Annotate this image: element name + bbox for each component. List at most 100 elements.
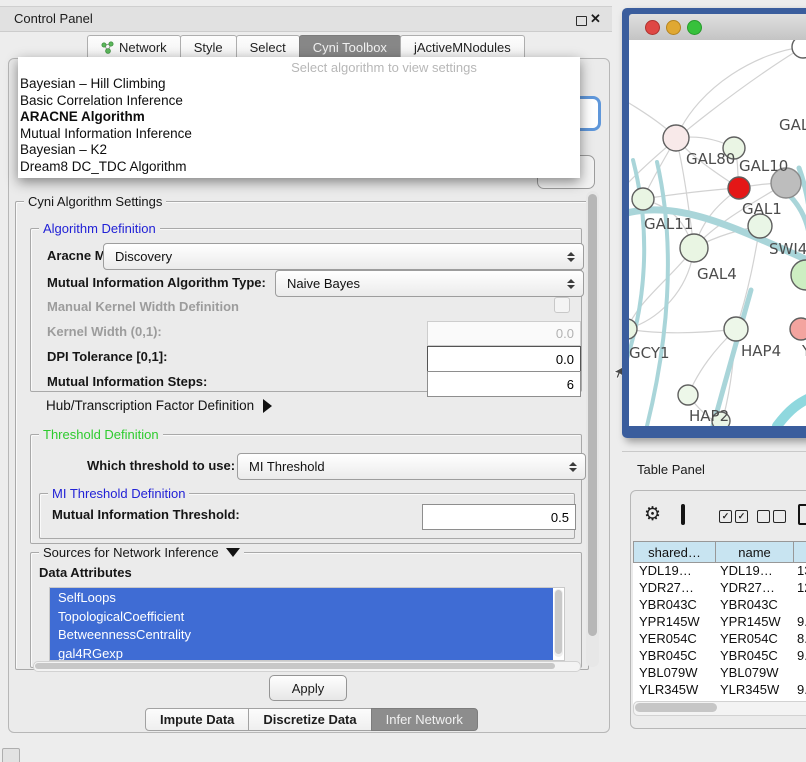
table-panel-divider bbox=[622, 451, 806, 452]
table-panel-title: Table Panel bbox=[637, 462, 705, 477]
bottom-tabs: Impute Data Discretize Data Infer Networ… bbox=[146, 708, 478, 731]
table-row[interactable]: YDL19…YDL19…13 bbox=[633, 563, 806, 580]
mi-type-combo[interactable]: Naive Bayes bbox=[275, 270, 584, 297]
control-panel-title: Control Panel bbox=[14, 11, 93, 26]
kernel-width-input[interactable]: 0.0 bbox=[427, 321, 581, 346]
network-canvas[interactable]: GAL80 GAL10 GAL1 GAL11 SWI4 GAL4 GCY1 HA… bbox=[629, 40, 806, 426]
apply-button[interactable]: Apply bbox=[269, 675, 347, 701]
dpi-tolerance-input[interactable]: 0.0 bbox=[427, 346, 581, 372]
svg-text:GAL1: GAL1 bbox=[742, 200, 782, 218]
node-gal11[interactable] bbox=[632, 188, 654, 210]
bottom-left-icon[interactable] bbox=[2, 748, 20, 762]
checked-columns-icon[interactable]: ✓✓ bbox=[719, 510, 748, 523]
column-header-clipped[interactable]: A bbox=[794, 541, 806, 563]
manual-kernel-label: Manual Kernel Width Definition bbox=[47, 299, 239, 314]
algorithm-placeholder: Select algorithm to view settings bbox=[18, 59, 580, 76]
svg-text:GAL80: GAL80 bbox=[686, 150, 735, 168]
tab-style[interactable]: Style bbox=[180, 35, 237, 58]
collapsed-arrow-icon bbox=[263, 399, 272, 413]
table-row[interactable]: YPR145WYPR145W9. bbox=[633, 614, 806, 631]
settings-group-title: Cyni Algorithm Settings bbox=[24, 194, 166, 209]
list-item[interactable]: gal4RGexp bbox=[50, 644, 553, 662]
split-view-icon[interactable] bbox=[681, 504, 685, 525]
table-row[interactable]: YBR045CYBR045C9. bbox=[633, 648, 806, 665]
node-green-right[interactable] bbox=[791, 260, 806, 290]
algorithm-option[interactable]: Mutual Information Inference bbox=[18, 126, 580, 143]
minimize-traffic-light-icon[interactable] bbox=[666, 20, 681, 35]
mi-steps-input[interactable]: 6 bbox=[427, 371, 581, 397]
table-horizontal-scrollbar[interactable] bbox=[633, 701, 806, 716]
mi-threshold-group-title: MI Threshold Definition bbox=[48, 486, 189, 501]
node-hap2[interactable] bbox=[678, 385, 698, 405]
which-threshold-label: Which threshold to use: bbox=[87, 453, 235, 478]
algorithm-option[interactable]: Bayesian – Hill Climbing bbox=[18, 76, 580, 93]
document-icon[interactable] bbox=[798, 504, 806, 525]
tab-cyni-toolbox[interactable]: Cyni Toolbox bbox=[299, 35, 401, 58]
screen: Control Panel ✕ Network Style Select Cyn… bbox=[0, 0, 806, 762]
table-row[interactable]: YLR345WYLR345W9. bbox=[633, 682, 806, 699]
close-icon[interactable]: ✕ bbox=[590, 11, 601, 27]
tab-select[interactable]: Select bbox=[236, 35, 300, 58]
algorithm-option[interactable]: Dream8 DC_TDC Algorithm bbox=[18, 159, 580, 176]
network-icon bbox=[101, 41, 114, 54]
list-item[interactable]: TopologicalCoefficient bbox=[50, 607, 553, 626]
spinner-arrows-icon bbox=[567, 279, 575, 289]
algorithm-definition-title: Algorithm Definition bbox=[39, 221, 160, 236]
control-panel-titlebar: Control Panel ✕ bbox=[0, 6, 612, 32]
table-toolbar: ⚙ ✓✓ bbox=[631, 491, 806, 537]
node-gal1[interactable] bbox=[728, 177, 750, 199]
mi-threshold-group: MI Threshold Definition Mutual Informati… bbox=[39, 493, 575, 539]
table-row[interactable]: YER054CYER054C8. bbox=[633, 631, 806, 648]
list-vertical-scrollbar[interactable] bbox=[554, 589, 563, 657]
node-gal4[interactable] bbox=[680, 234, 708, 262]
list-item[interactable]: SelfLoops bbox=[50, 588, 553, 607]
table-row[interactable]: YDR27…YDR27…12 bbox=[633, 580, 806, 597]
which-threshold-combo[interactable]: MI Threshold bbox=[237, 453, 586, 480]
close-traffic-light-icon[interactable] bbox=[645, 20, 660, 35]
node-hap4[interactable] bbox=[724, 317, 748, 341]
mi-threshold-input[interactable]: 0.5 bbox=[422, 504, 576, 530]
tab-impute-data[interactable]: Impute Data bbox=[145, 708, 249, 731]
gear-icon[interactable]: ⚙ bbox=[644, 503, 661, 525]
float-window-icon[interactable] bbox=[576, 16, 587, 26]
column-header-name[interactable]: name bbox=[716, 541, 794, 563]
hub-tf-definition-toggle[interactable]: Hub/Transcription Factor Definition bbox=[46, 398, 272, 413]
network-nodes bbox=[629, 40, 806, 426]
zoom-traffic-light-icon[interactable] bbox=[687, 20, 702, 35]
unchecked-columns-icon[interactable] bbox=[757, 510, 786, 523]
expanded-arrow-icon bbox=[226, 548, 240, 557]
selected-attributes: SelfLoops TopologicalCoefficient Between… bbox=[50, 588, 553, 660]
spinner-arrows-icon bbox=[567, 252, 575, 262]
tab-infer-network[interactable]: Infer Network bbox=[371, 708, 478, 731]
tab-jactivemnodules[interactable]: jActiveMNodules bbox=[400, 35, 525, 58]
svg-text:HAP4: HAP4 bbox=[741, 342, 781, 360]
table-header: shared… name A bbox=[633, 541, 806, 563]
tab-network[interactable]: Network bbox=[87, 35, 181, 58]
sources-group-title[interactable]: Sources for Network Inference bbox=[39, 545, 244, 560]
algorithm-option[interactable]: Bayesian – K2 bbox=[18, 142, 580, 159]
aracne-mode-combo[interactable]: Discovery bbox=[103, 243, 584, 270]
sources-horizontal-scrollbar[interactable] bbox=[33, 661, 581, 672]
cyni-algorithm-settings-group: Cyni Algorithm Settings Algorithm Defini… bbox=[15, 201, 589, 670]
table-body[interactable]: YDL19…YDL19…13 YDR27…YDR27…12 YBR043CYBR… bbox=[633, 563, 806, 709]
node-topright[interactable] bbox=[792, 40, 806, 58]
manual-kernel-checkbox[interactable] bbox=[554, 297, 570, 313]
table-row[interactable]: YBR043CYBR043C bbox=[633, 597, 806, 614]
table-row[interactable]: YBL079WYBL079W bbox=[633, 665, 806, 682]
settings-vertical-scrollbar[interactable] bbox=[586, 191, 599, 667]
mi-type-label: Mutual Information Algorithm Type: bbox=[47, 270, 266, 295]
node-salmon[interactable] bbox=[790, 318, 806, 340]
list-item[interactable]: BetweennessCentrality bbox=[50, 625, 553, 644]
tab-discretize-data[interactable]: Discretize Data bbox=[248, 708, 371, 731]
spinner-arrows-icon bbox=[569, 462, 577, 472]
edge-bright-teal bbox=[777, 396, 806, 426]
node-gal80[interactable] bbox=[663, 125, 689, 151]
data-attributes-list[interactable]: SelfLoops TopologicalCoefficient Between… bbox=[49, 587, 565, 661]
edges-thin bbox=[629, 47, 803, 426]
algorithm-option-selected[interactable]: ARACNE Algorithm bbox=[18, 109, 580, 126]
mi-steps-label: Mutual Information Steps: bbox=[47, 374, 207, 389]
algorithm-option[interactable]: Basic Correlation Inference bbox=[18, 93, 580, 110]
column-header-shared-name[interactable]: shared… bbox=[633, 541, 716, 563]
svg-text:GCY1: GCY1 bbox=[629, 344, 670, 362]
threshold-definition-title: Threshold Definition bbox=[39, 427, 163, 442]
